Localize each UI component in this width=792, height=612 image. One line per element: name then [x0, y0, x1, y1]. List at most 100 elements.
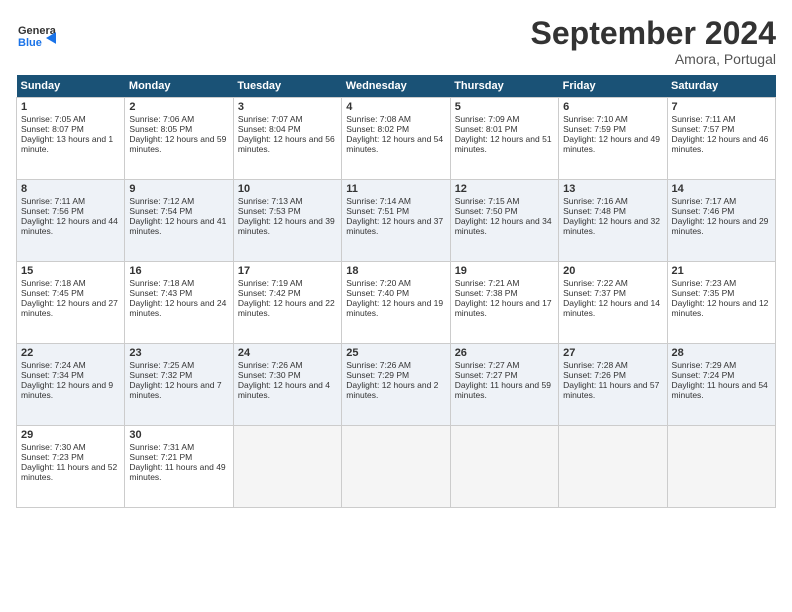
sunrise-text: Sunrise: 7:06 AM	[129, 114, 228, 124]
day-number: 30	[129, 429, 228, 441]
sunrise-text: Sunrise: 7:14 AM	[346, 196, 445, 206]
sunset-text: Sunset: 7:35 PM	[672, 288, 771, 298]
week-row-2: 8Sunrise: 7:11 AMSunset: 7:56 PMDaylight…	[17, 180, 776, 262]
col-tuesday: Tuesday	[233, 75, 341, 98]
day-cell-21: 21Sunrise: 7:23 AMSunset: 7:35 PMDayligh…	[667, 262, 775, 344]
day-number: 9	[129, 183, 228, 195]
day-cell-24: 24Sunrise: 7:26 AMSunset: 7:30 PMDayligh…	[233, 344, 341, 426]
daylight-text: Daylight: 12 hours and 4 minutes.	[238, 380, 337, 400]
day-cell-13: 13Sunrise: 7:16 AMSunset: 7:48 PMDayligh…	[559, 180, 667, 262]
day-number: 3	[238, 101, 337, 113]
daylight-text: Daylight: 11 hours and 57 minutes.	[563, 380, 662, 400]
sunset-text: Sunset: 7:43 PM	[129, 288, 228, 298]
daylight-text: Daylight: 13 hours and 1 minute.	[21, 134, 120, 154]
sunset-text: Sunset: 8:01 PM	[455, 124, 554, 134]
day-cell-30: 30Sunrise: 7:31 AMSunset: 7:21 PMDayligh…	[125, 426, 233, 508]
sunrise-text: Sunrise: 7:11 AM	[672, 114, 771, 124]
week-row-5: 29Sunrise: 7:30 AMSunset: 7:23 PMDayligh…	[17, 426, 776, 508]
sunset-text: Sunset: 8:04 PM	[238, 124, 337, 134]
day-cell-1: 1Sunrise: 7:05 AMSunset: 8:07 PMDaylight…	[17, 98, 125, 180]
day-number: 26	[455, 347, 554, 359]
sunset-text: Sunset: 8:05 PM	[129, 124, 228, 134]
daylight-text: Daylight: 11 hours and 52 minutes.	[21, 462, 120, 482]
day-number: 7	[672, 101, 771, 113]
title-block: September 2024 Amora, Portugal	[531, 16, 776, 67]
sunset-text: Sunset: 7:56 PM	[21, 206, 120, 216]
empty-cell-w4-d3	[342, 426, 450, 508]
sunrise-text: Sunrise: 7:10 AM	[563, 114, 662, 124]
daylight-text: Daylight: 12 hours and 32 minutes.	[563, 216, 662, 236]
daylight-text: Daylight: 12 hours and 54 minutes.	[346, 134, 445, 154]
day-cell-26: 26Sunrise: 7:27 AMSunset: 7:27 PMDayligh…	[450, 344, 558, 426]
sunset-text: Sunset: 7:21 PM	[129, 452, 228, 462]
sunrise-text: Sunrise: 7:22 AM	[563, 278, 662, 288]
sunset-text: Sunset: 7:57 PM	[672, 124, 771, 134]
daylight-text: Daylight: 12 hours and 17 minutes.	[455, 298, 554, 318]
sunrise-text: Sunrise: 7:12 AM	[129, 196, 228, 206]
sunrise-text: Sunrise: 7:15 AM	[455, 196, 554, 206]
sunset-text: Sunset: 7:32 PM	[129, 370, 228, 380]
day-number: 29	[21, 429, 120, 441]
day-cell-25: 25Sunrise: 7:26 AMSunset: 7:29 PMDayligh…	[342, 344, 450, 426]
day-cell-2: 2Sunrise: 7:06 AMSunset: 8:05 PMDaylight…	[125, 98, 233, 180]
day-cell-16: 16Sunrise: 7:18 AMSunset: 7:43 PMDayligh…	[125, 262, 233, 344]
day-cell-7: 7Sunrise: 7:11 AMSunset: 7:57 PMDaylight…	[667, 98, 775, 180]
sunrise-text: Sunrise: 7:27 AM	[455, 360, 554, 370]
sunrise-text: Sunrise: 7:05 AM	[21, 114, 120, 124]
sunset-text: Sunset: 7:53 PM	[238, 206, 337, 216]
empty-cell-w4-d4	[450, 426, 558, 508]
daylight-text: Daylight: 12 hours and 14 minutes.	[563, 298, 662, 318]
month-title: September 2024	[531, 16, 776, 51]
day-number: 5	[455, 101, 554, 113]
day-number: 14	[672, 183, 771, 195]
sunrise-text: Sunrise: 7:24 AM	[21, 360, 120, 370]
day-cell-12: 12Sunrise: 7:15 AMSunset: 7:50 PMDayligh…	[450, 180, 558, 262]
sunrise-text: Sunrise: 7:19 AM	[238, 278, 337, 288]
day-number: 6	[563, 101, 662, 113]
daylight-text: Daylight: 12 hours and 49 minutes.	[563, 134, 662, 154]
daylight-text: Daylight: 12 hours and 12 minutes.	[672, 298, 771, 318]
day-cell-11: 11Sunrise: 7:14 AMSunset: 7:51 PMDayligh…	[342, 180, 450, 262]
sunset-text: Sunset: 7:23 PM	[21, 452, 120, 462]
col-friday: Friday	[559, 75, 667, 98]
location: Amora, Portugal	[531, 51, 776, 67]
col-saturday: Saturday	[667, 75, 775, 98]
sunset-text: Sunset: 7:45 PM	[21, 288, 120, 298]
daylight-text: Daylight: 12 hours and 19 minutes.	[346, 298, 445, 318]
day-number: 24	[238, 347, 337, 359]
day-number: 19	[455, 265, 554, 277]
day-number: 12	[455, 183, 554, 195]
day-cell-27: 27Sunrise: 7:28 AMSunset: 7:26 PMDayligh…	[559, 344, 667, 426]
day-number: 20	[563, 265, 662, 277]
sunrise-text: Sunrise: 7:23 AM	[672, 278, 771, 288]
week-row-4: 22Sunrise: 7:24 AMSunset: 7:34 PMDayligh…	[17, 344, 776, 426]
sunrise-text: Sunrise: 7:18 AM	[21, 278, 120, 288]
sunrise-text: Sunrise: 7:25 AM	[129, 360, 228, 370]
day-cell-6: 6Sunrise: 7:10 AMSunset: 7:59 PMDaylight…	[559, 98, 667, 180]
calendar-table: Sunday Monday Tuesday Wednesday Thursday…	[16, 75, 776, 508]
daylight-text: Daylight: 12 hours and 46 minutes.	[672, 134, 771, 154]
day-number: 1	[21, 101, 120, 113]
sunset-text: Sunset: 7:37 PM	[563, 288, 662, 298]
day-cell-5: 5Sunrise: 7:09 AMSunset: 8:01 PMDaylight…	[450, 98, 558, 180]
daylight-text: Daylight: 12 hours and 39 minutes.	[238, 216, 337, 236]
day-number: 4	[346, 101, 445, 113]
daylight-text: Daylight: 12 hours and 24 minutes.	[129, 298, 228, 318]
day-number: 8	[21, 183, 120, 195]
day-number: 2	[129, 101, 228, 113]
daylight-text: Daylight: 12 hours and 34 minutes.	[455, 216, 554, 236]
day-number: 22	[21, 347, 120, 359]
sunset-text: Sunset: 8:07 PM	[21, 124, 120, 134]
sunset-text: Sunset: 7:48 PM	[563, 206, 662, 216]
svg-text:Blue: Blue	[18, 37, 42, 49]
sunset-text: Sunset: 7:46 PM	[672, 206, 771, 216]
day-cell-10: 10Sunrise: 7:13 AMSunset: 7:53 PMDayligh…	[233, 180, 341, 262]
day-number: 11	[346, 183, 445, 195]
daylight-text: Daylight: 12 hours and 27 minutes.	[21, 298, 120, 318]
daylight-text: Daylight: 12 hours and 2 minutes.	[346, 380, 445, 400]
day-cell-8: 8Sunrise: 7:11 AMSunset: 7:56 PMDaylight…	[17, 180, 125, 262]
sunset-text: Sunset: 7:27 PM	[455, 370, 554, 380]
daylight-text: Daylight: 12 hours and 59 minutes.	[129, 134, 228, 154]
col-wednesday: Wednesday	[342, 75, 450, 98]
daylight-text: Daylight: 12 hours and 9 minutes.	[21, 380, 120, 400]
